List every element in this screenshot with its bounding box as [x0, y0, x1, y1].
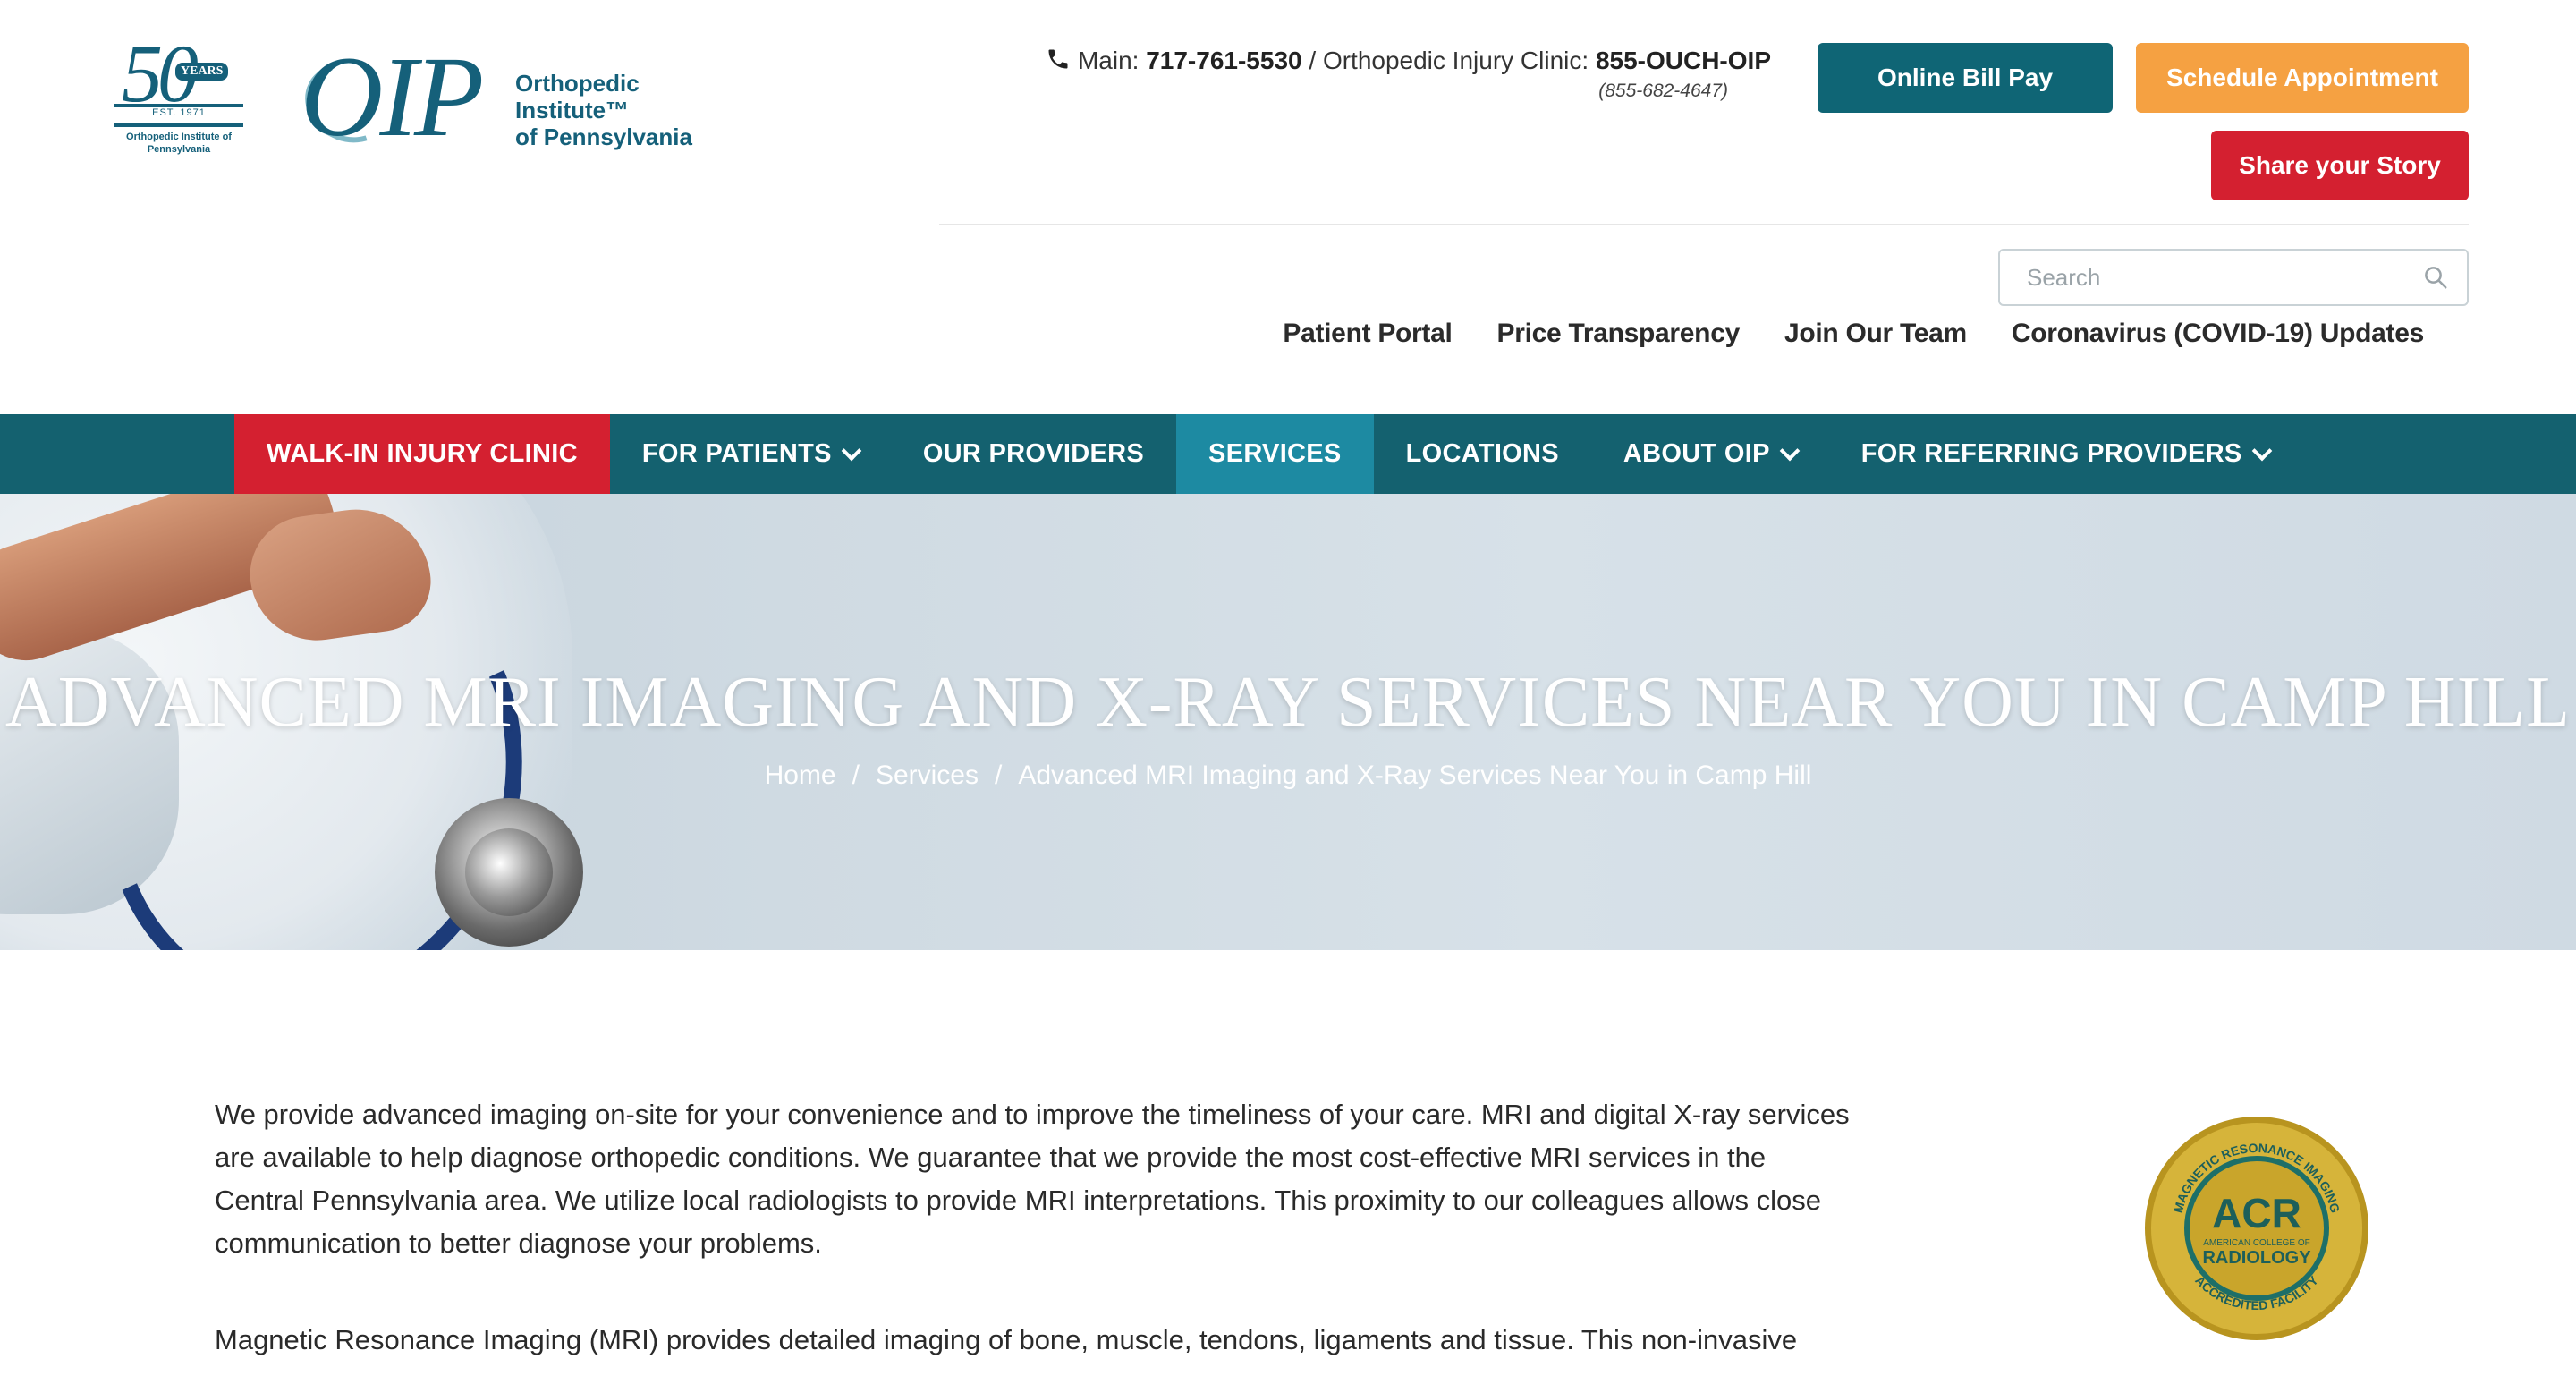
- clinic-label: Orthopedic Injury Clinic:: [1322, 47, 1589, 74]
- main-nav: WALK-IN INJURY CLINIC FOR PATIENTS OUR P…: [0, 414, 2576, 494]
- site-header: 50 YEARS EST. 1971 Orthopedic Institute …: [0, 0, 2576, 414]
- share-your-story-button[interactable]: Share your Story: [2211, 131, 2469, 200]
- join-our-team-link[interactable]: Join Our Team: [1784, 319, 1967, 354]
- nav-items: WALK-IN INJURY CLINIC FOR PATIENTS OUR P…: [234, 414, 2301, 494]
- nav-services[interactable]: SERVICES: [1176, 414, 1374, 494]
- acr-accreditation-badge: MAGNETIC RESONANCE IMAGING ACCREDITED FA…: [2145, 1117, 2368, 1340]
- search-box: [1998, 249, 2469, 306]
- breadcrumb-separator: /: [852, 760, 860, 790]
- logo-divider: [114, 123, 243, 127]
- nav-our-providers[interactable]: OUR PROVIDERS: [891, 414, 1176, 494]
- search-icon[interactable]: [2422, 264, 2449, 291]
- breadcrumb-home[interactable]: Home: [765, 760, 836, 790]
- nav-label: SERVICES: [1208, 439, 1342, 468]
- nav-about-oip[interactable]: ABOUT OIP: [1591, 414, 1829, 494]
- contact-separator: /: [1309, 47, 1317, 74]
- price-transparency-link[interactable]: Price Transparency: [1497, 319, 1741, 354]
- page-title: ADVANCED MRI IMAGING AND X-RAY SERVICES …: [4, 663, 2572, 742]
- schedule-appointment-button[interactable]: Schedule Appointment: [2136, 43, 2469, 113]
- hero-banner: ADVANCED MRI IMAGING AND X-RAY SERVICES …: [0, 494, 2576, 950]
- nav-label: FOR REFERRING PROVIDERS: [1860, 439, 2242, 468]
- nav-locations[interactable]: LOCATIONS: [1374, 414, 1591, 494]
- breadcrumb-separator: /: [994, 760, 1003, 790]
- main-label: Main:: [1077, 47, 1140, 74]
- anniversary-logo[interactable]: 50 YEARS EST. 1971 Orthopedic Institute …: [109, 32, 249, 157]
- stethoscope-chestpiece-image: [435, 798, 583, 947]
- nav-label: FOR PATIENTS: [641, 439, 832, 468]
- online-bill-pay-button[interactable]: Online Bill Pay: [1818, 43, 2113, 113]
- patient-portal-link[interactable]: Patient Portal: [1283, 319, 1452, 354]
- nav-label: OUR PROVIDERS: [922, 439, 1145, 468]
- clinic-phone-link[interactable]: 855-OUCH-OIP: [1596, 47, 1771, 74]
- clinic-phone-numeric: (855-682-4647): [1598, 81, 1728, 101]
- main-phone-link[interactable]: 717-761-5530: [1146, 47, 1301, 74]
- breadcrumb-services[interactable]: Services: [876, 760, 979, 790]
- nav-label: WALK-IN INJURY CLINIC: [267, 439, 578, 468]
- nav-for-patients[interactable]: FOR PATIENTS: [610, 414, 891, 494]
- main-content: We provide advanced imaging on-site for …: [0, 950, 2576, 1376]
- breadcrumb: Home / Services / Advanced MRI Imaging and X…: [0, 760, 2576, 791]
- chevron-down-icon: [1779, 440, 1801, 461]
- badge-radiology-text: RADIOLOGY: [2202, 1248, 2311, 1268]
- logo-name-line1: Orthopedic Institute™: [515, 70, 640, 123]
- utility-links: Patient Portal Price Transparency Join O…: [1283, 319, 2424, 354]
- header-divider: [939, 224, 2469, 225]
- badge-sub-text: AMERICAN COLLEGE OF: [2203, 1238, 2309, 1248]
- intro-paragraph: We provide advanced imaging on-site for …: [215, 1099, 1850, 1259]
- contact-info: Main: 717-761-5530 / Orthopedic Injury C…: [1038, 47, 1771, 109]
- oip-logo[interactable]: OIP Orthopedic Institute™ of Pennsylvani…: [292, 33, 757, 160]
- logo-name-line2: of Pennsylvania: [515, 123, 692, 150]
- anniversary-est: EST. 1971: [152, 107, 206, 118]
- anniversary-org: Orthopedic Institute of Pennsylvania: [126, 132, 232, 155]
- anniversary-years: YEARS: [175, 63, 229, 81]
- breadcrumb-current: Advanced MRI Imaging and X-Ray Services …: [1018, 760, 1812, 790]
- nav-walk-in-injury-clinic[interactable]: WALK-IN INJURY CLINIC: [234, 414, 610, 494]
- badge-acr-text: ACR: [2212, 1190, 2301, 1236]
- mri-paragraph: Magnetic Resonance Imaging (MRI) provide…: [215, 1324, 1798, 1355]
- logo-name: Orthopedic Institute™ of Pennsylvania: [515, 70, 757, 150]
- chevron-down-icon: [2251, 440, 2272, 461]
- phone-icon: [1048, 49, 1068, 69]
- contact-line: Main: 717-761-5530 / Orthopedic Injury C…: [1046, 47, 1771, 75]
- chevron-down-icon: [841, 440, 862, 461]
- nav-label: ABOUT OIP: [1623, 439, 1770, 468]
- nav-label: LOCATIONS: [1405, 439, 1559, 468]
- covid-updates-link[interactable]: Coronavirus (COVID-19) Updates: [2012, 319, 2424, 354]
- nav-for-referring-providers[interactable]: FOR REFERRING PROVIDERS: [1829, 414, 2301, 494]
- search-input[interactable]: [2000, 251, 2411, 304]
- logo-mark: OIP: [301, 33, 484, 160]
